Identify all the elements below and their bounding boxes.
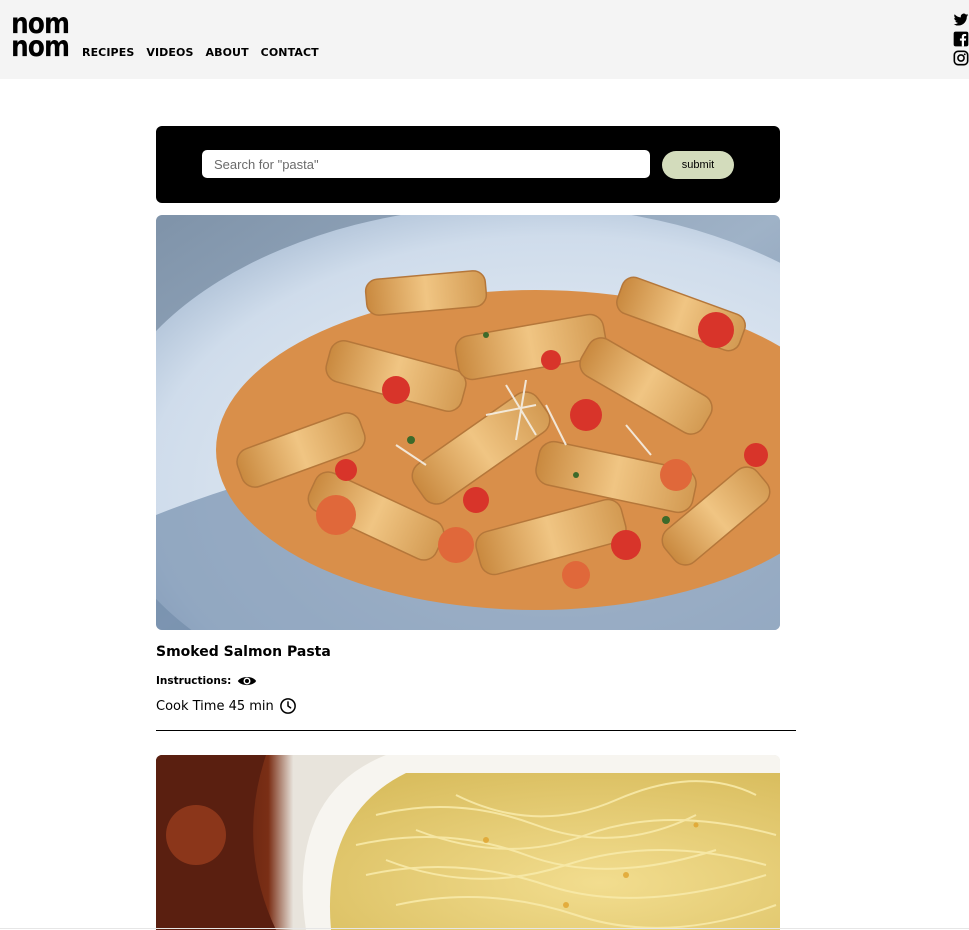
site-header: nom nom RECIPES VIDEOS ABOUT CONTACT [0, 0, 969, 79]
facebook-icon[interactable] [953, 31, 969, 47]
nav-recipes[interactable]: RECIPES [82, 46, 134, 59]
submit-button[interactable]: submit [662, 151, 734, 179]
logo-line-2: nom [11, 29, 70, 63]
nav-videos[interactable]: VIDEOS [146, 46, 193, 59]
nav-contact[interactable]: CONTACT [261, 46, 319, 59]
instructions-label: Instructions: [156, 675, 232, 687]
recipe-divider [156, 730, 796, 731]
search-input[interactable] [202, 150, 650, 178]
search-panel: submit [156, 126, 780, 203]
site-logo[interactable]: nom nom [11, 9, 70, 63]
recipe-image-smoked-salmon-pasta[interactable] [156, 215, 780, 630]
clock-icon [279, 698, 296, 714]
viewport-bottom-edge [0, 928, 969, 929]
instagram-icon[interactable] [953, 50, 969, 66]
main-nav: RECIPES VIDEOS ABOUT CONTACT [82, 46, 319, 59]
nav-about[interactable]: ABOUT [205, 46, 248, 59]
recipe-title[interactable]: Smoked Salmon Pasta [156, 644, 331, 660]
eye-icon[interactable] [237, 674, 257, 688]
twitter-icon[interactable] [953, 12, 969, 28]
social-links [953, 12, 969, 66]
cook-time-text: Cook Time 45 min [156, 698, 274, 714]
cook-time-row: Cook Time 45 min [156, 697, 297, 715]
instructions-row: Instructions: [156, 674, 257, 688]
recipe-image-noodle-soup[interactable] [156, 755, 780, 930]
